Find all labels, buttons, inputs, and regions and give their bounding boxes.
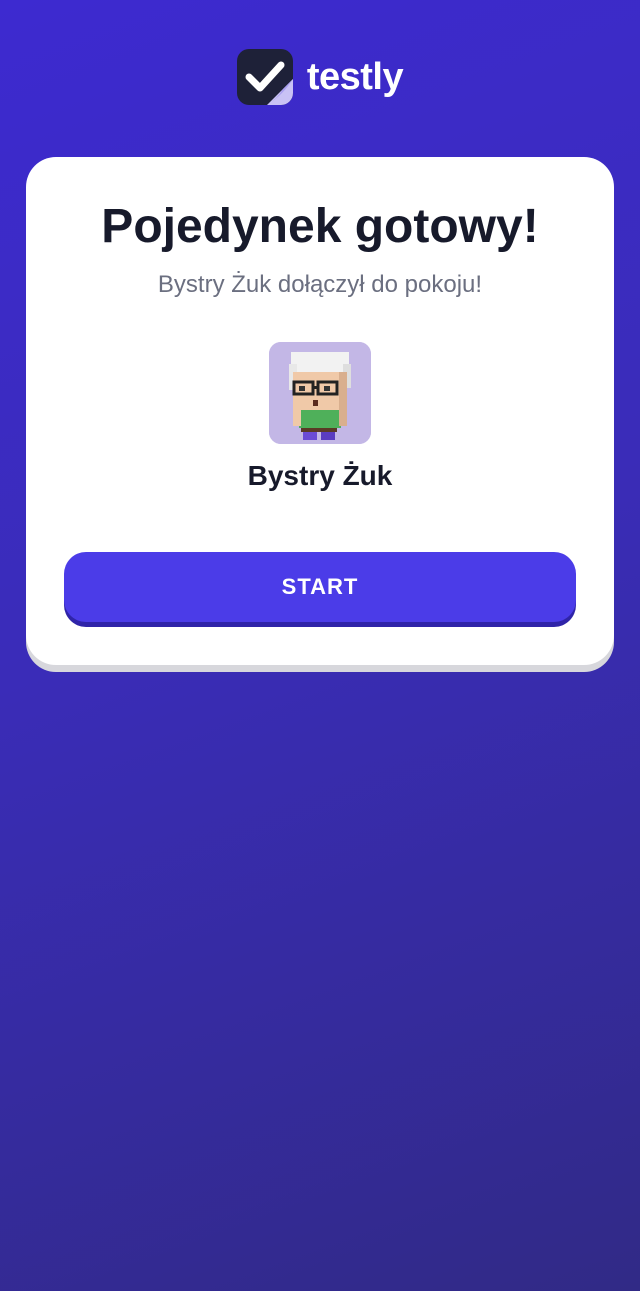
joined-message: Bystry Żuk dołączył do pokoju! bbox=[157, 271, 483, 298]
brand-name: testly bbox=[306, 55, 404, 98]
start-button[interactable]: START bbox=[64, 552, 576, 622]
testly-logo-icon bbox=[236, 49, 293, 105]
player-name: Bystry Żuk bbox=[247, 460, 393, 491]
app-header: testly bbox=[0, 48, 640, 106]
player-avatar bbox=[269, 342, 371, 444]
duel-ready-card: Pojedynek gotowy! Bystry Żuk dołączył do… bbox=[26, 157, 614, 665]
voxel-character-icon bbox=[269, 342, 371, 444]
page-title: Pojedynek gotowy! bbox=[101, 200, 539, 253]
